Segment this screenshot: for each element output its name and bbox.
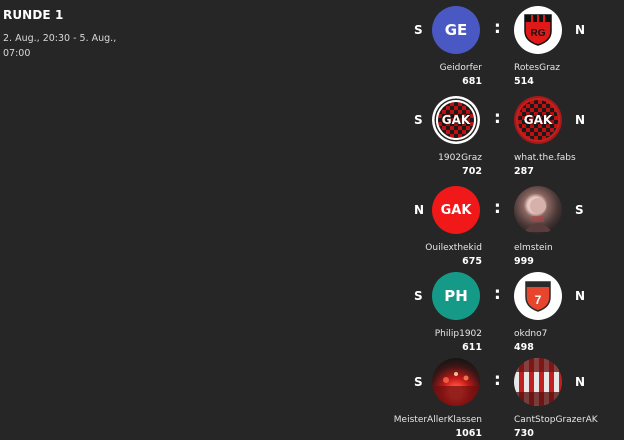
player-name-left[interactable]: MeisterAllerKlassen (394, 415, 482, 425)
crest-text: RG (531, 28, 546, 39)
avatar-initials: PH (444, 287, 468, 305)
player-name-right[interactable]: CantStopGrazerAK (514, 415, 598, 425)
result-right: N (575, 23, 586, 37)
match-row[interactable]: S GE : RG N Geidorfer 681 RotesGraz 514 (380, 2, 624, 87)
stadium-photo-icon (432, 372, 480, 406)
avatar-left[interactable] (432, 358, 480, 406)
banner-photo-icon (514, 358, 562, 406)
player-name-right[interactable]: what.the.fabs (514, 153, 576, 163)
avatar-right[interactable]: 7 (514, 272, 562, 320)
result-left: S (414, 23, 423, 37)
match-row[interactable]: N GAK : S Ouilexthekid 675 elmstein 999 (380, 182, 624, 267)
versus-separator: : (494, 370, 501, 390)
player-name-left[interactable]: 1902Graz (438, 153, 482, 163)
number-shield-icon: 7 (525, 281, 551, 312)
player-score-left: 702 (462, 166, 482, 177)
avatar-right[interactable]: GAK (514, 96, 562, 144)
shield-number: 7 (535, 293, 542, 307)
crest-text: GAK (441, 113, 471, 127)
match-row[interactable]: S GAK : GAK N 1902Graz 702 what.the.fabs… (380, 92, 624, 177)
versus-separator: : (494, 198, 501, 218)
player-score-right: 287 (514, 166, 534, 177)
gak-crest-icon: GAK (436, 100, 476, 140)
result-right: N (575, 375, 586, 389)
match-row[interactable]: S PH : 7 N Philip1902 611 okdno7 498 (380, 268, 624, 353)
player-name-left[interactable]: Philip1902 (435, 329, 482, 339)
round-title: RUNDE 1 (3, 8, 64, 22)
avatar-right[interactable] (514, 358, 562, 406)
player-score-right: 498 (514, 342, 534, 353)
result-left: S (414, 113, 423, 127)
avatar-initials: GAK (440, 202, 472, 218)
result-right: S (575, 203, 584, 217)
player-name-right[interactable]: okdno7 (514, 329, 547, 339)
gak-crest-icon: GAK (516, 98, 560, 142)
player-score-left: 611 (462, 342, 482, 353)
round-dates: 2. Aug., 20:30 - 5. Aug., 07:00 (3, 33, 117, 59)
avatar-left[interactable]: GAK (432, 96, 480, 144)
avatar-left[interactable]: PH (432, 272, 480, 320)
user-photo-icon (524, 198, 552, 232)
avatar-left[interactable]: GAK (432, 186, 480, 234)
player-score-left: 675 (462, 256, 482, 267)
match-row[interactable]: S : N MeisterAllerKlassen 1061 CantStopG… (380, 354, 624, 439)
result-left: N (414, 203, 425, 217)
player-name-right[interactable]: RotesGraz (514, 63, 560, 73)
rg-crest-icon: RG (524, 14, 552, 46)
result-left: S (414, 289, 423, 303)
player-score-left: 681 (462, 76, 482, 87)
avatar-right[interactable]: RG (514, 6, 562, 54)
versus-separator: : (494, 108, 501, 128)
player-score-right: 514 (514, 76, 534, 87)
avatar-initials: GE (444, 21, 468, 39)
crest-text: GAK (523, 113, 553, 127)
player-score-right: 999 (514, 256, 534, 267)
player-name-right[interactable]: elmstein (514, 243, 553, 253)
avatar-right[interactable] (514, 186, 562, 234)
result-right: N (575, 289, 586, 303)
avatar-left[interactable]: GE (432, 6, 480, 54)
player-name-left[interactable]: Ouilexthekid (425, 243, 482, 253)
versus-separator: : (494, 284, 501, 304)
player-name-left[interactable]: Geidorfer (440, 63, 482, 73)
versus-separator: : (494, 18, 501, 38)
result-left: S (414, 375, 423, 389)
player-score-left: 1061 (455, 428, 482, 439)
result-right: N (575, 113, 586, 127)
player-score-right: 730 (514, 428, 534, 439)
